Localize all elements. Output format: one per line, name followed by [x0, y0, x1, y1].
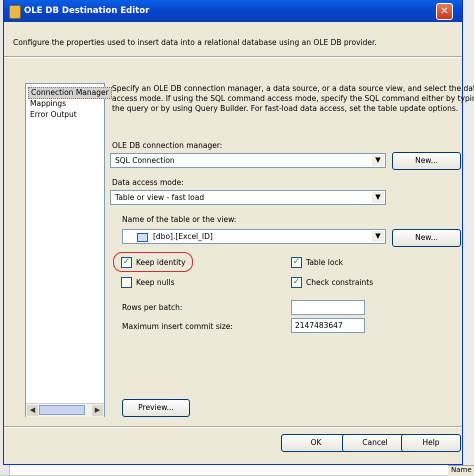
keep-identity-label: Keep identity [136, 258, 186, 267]
keep-identity-checkbox[interactable]: ✓ [121, 257, 132, 268]
header-divider [4, 56, 462, 58]
instructions-line-3: the query or by using Query Builder. For… [112, 104, 459, 113]
data-access-mode-value: Table or view - fast load [115, 193, 205, 202]
data-access-mode-combo[interactable]: Table or view - fast load ▼ [110, 190, 386, 205]
scroll-right-icon[interactable]: ▶ [92, 405, 103, 416]
connection-manager-combo[interactable]: SQL Connection ▼ [110, 153, 386, 168]
preview-button[interactable]: Preview... [122, 399, 190, 417]
background-right-panel [462, 0, 474, 475]
ole-db-destination-editor-window: OLE DB Destination Editor ✕ Configure th… [3, 0, 474, 465]
instructions-line-2: access mode. If using the SQL command ac… [112, 94, 474, 103]
chevron-down-icon[interactable]: ▼ [372, 155, 384, 166]
table-name-combo[interactable]: [dbo].[Excel_ID] ▼ [122, 229, 386, 244]
check-constraints-checkbox[interactable]: ✓ [291, 277, 302, 288]
nav-item-error-output[interactable]: Error Output [28, 110, 79, 120]
footer-divider [4, 426, 462, 428]
connection-manager-label: OLE DB connection manager: [112, 141, 223, 150]
data-access-mode-label: Data access mode: [112, 178, 184, 187]
nav-horizontal-scrollbar[interactable]: ◀ ▶ [26, 403, 104, 417]
background-column-header: Name [448, 465, 474, 476]
rows-per-batch-label: Rows per batch: [122, 303, 183, 312]
nav-item-mappings[interactable]: Mappings [28, 99, 68, 109]
nav-item-connection-manager[interactable]: Connection Manager [28, 87, 112, 99]
max-insert-commit-size-value: 2147483647 [295, 321, 343, 330]
title-bar[interactable]: OLE DB Destination Editor ✕ [4, 0, 462, 22]
instructions-line-1: Specify an OLE DB connection manager, a … [112, 84, 474, 93]
app-icon [9, 5, 21, 19]
dialog-description: Configure the properties used to insert … [13, 38, 377, 47]
table-icon [137, 233, 148, 242]
keep-nulls-checkbox[interactable] [121, 277, 132, 288]
cancel-button[interactable]: Cancel [342, 434, 408, 452]
new-connection-button[interactable]: New... [392, 152, 461, 170]
chevron-down-icon[interactable]: ▼ [372, 231, 384, 242]
check-constraints-label: Check constraints [306, 278, 374, 287]
connection-manager-value: SQL Connection [115, 156, 175, 165]
new-table-button[interactable]: New... [392, 229, 461, 247]
rows-per-batch-input[interactable] [291, 300, 365, 315]
table-name-value: [dbo].[Excel_ID] [153, 232, 213, 241]
help-button[interactable]: Help [401, 434, 461, 452]
window-title: OLE DB Destination Editor [24, 6, 150, 16]
table-lock-label: Table lock [306, 258, 343, 267]
table-lock-checkbox[interactable]: ✓ [291, 257, 302, 268]
table-name-label: Name of the table or the view: [122, 215, 237, 224]
keep-nulls-label: Keep nulls [136, 278, 175, 287]
ok-button[interactable]: OK [281, 434, 351, 452]
max-insert-commit-size-label: Maximum insert commit size: [122, 322, 233, 331]
chevron-down-icon[interactable]: ▼ [372, 192, 384, 203]
page-navigation-list: Connection Manager Mappings Error Output… [25, 83, 112, 417]
scroll-left-icon[interactable]: ◀ [27, 405, 38, 416]
scroll-thumb[interactable] [39, 405, 85, 415]
close-button[interactable]: ✕ [436, 3, 453, 20]
max-insert-commit-size-input[interactable]: 2147483647 [291, 318, 365, 333]
